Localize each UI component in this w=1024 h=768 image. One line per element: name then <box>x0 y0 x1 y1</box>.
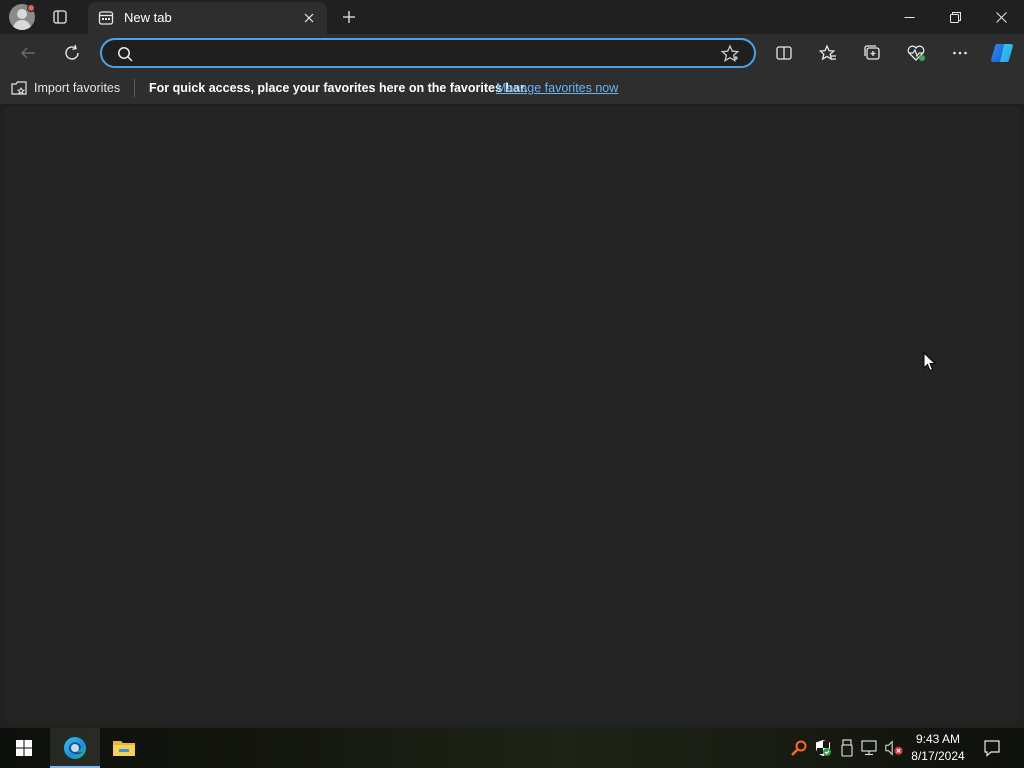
clock-date: 8/17/2024 <box>911 749 965 763</box>
manage-favorites-link[interactable]: Manage favorites now <box>496 81 618 95</box>
back-arrow-icon <box>21 47 35 59</box>
network-icon[interactable] <box>860 738 880 758</box>
page-content[interactable] <box>4 106 1020 724</box>
split-screen-icon <box>776 46 792 60</box>
taskbar-edge[interactable] <box>50 728 100 768</box>
windows-logo-icon <box>16 740 32 756</box>
more-button[interactable] <box>946 39 974 67</box>
favorites-bar: Import favorites For quick access, place… <box>0 72 1024 104</box>
restore-button[interactable] <box>932 0 978 34</box>
minimize-button[interactable] <box>886 0 932 34</box>
tab-title: New tab <box>124 10 172 25</box>
taskbar-clock[interactable]: 9:43 AM 8/17/2024 <box>906 731 970 765</box>
close-window-button[interactable] <box>978 0 1024 34</box>
back-button[interactable] <box>14 39 42 67</box>
profile-notification-dot <box>27 4 35 12</box>
new-tab-page-icon <box>98 11 114 25</box>
import-favorites-icon <box>11 81 27 95</box>
refresh-button[interactable] <box>58 39 86 67</box>
favorites-button[interactable] <box>814 39 842 67</box>
taskbar-file-explorer[interactable] <box>99 728 149 768</box>
usb-icon[interactable] <box>837 738 857 758</box>
refresh-icon <box>65 44 79 60</box>
copilot-icon <box>991 44 1013 62</box>
split-screen-button[interactable] <box>770 39 798 67</box>
tab-actions-icon[interactable] <box>48 5 72 29</box>
new-tab-button[interactable] <box>337 5 361 29</box>
import-favorites-label: Import favorites <box>34 81 121 95</box>
search-icon <box>118 47 133 62</box>
action-center-button[interactable] <box>980 736 1004 760</box>
star-icon[interactable] <box>720 44 740 64</box>
toolbar <box>0 34 1024 72</box>
minimize-icon <box>904 16 914 18</box>
import-favorites-button[interactable]: Import favorites <box>10 79 120 97</box>
security-shield-icon[interactable] <box>813 738 833 758</box>
address-input[interactable] <box>142 43 712 63</box>
volume-muted-icon[interactable] <box>884 738 904 758</box>
tab-new-tab[interactable]: New tab <box>88 2 327 34</box>
title-bar: New tab <box>0 0 1024 34</box>
browser-window: New tab Import favorites For quick acces… <box>0 0 1024 728</box>
heart-pulse-icon <box>907 45 925 61</box>
favorites-bar-message: For quick access, place your favorites h… <box>149 81 528 95</box>
clock-time: 9:43 AM <box>915 732 961 746</box>
restore-icon <box>949 11 961 23</box>
favorites-icon <box>819 44 836 61</box>
more-icon <box>953 51 967 55</box>
collections-button[interactable] <box>858 39 886 67</box>
favorites-divider <box>134 79 135 97</box>
close-icon[interactable] <box>299 8 319 28</box>
taskbar: 9:43 AM 8/17/2024 <box>0 728 1024 768</box>
close-icon <box>995 11 1007 23</box>
folder-icon <box>113 741 135 756</box>
edge-icon <box>64 737 86 759</box>
address-bar[interactable] <box>100 38 756 68</box>
start-button[interactable] <box>0 728 48 768</box>
browser-essentials-button[interactable] <box>902 39 930 67</box>
notification-icon <box>984 740 1000 757</box>
plus-icon <box>343 11 355 23</box>
mouse-cursor-icon <box>923 352 937 372</box>
search-key-icon[interactable] <box>789 738 809 758</box>
copilot-button[interactable] <box>988 39 1016 67</box>
collections-icon <box>864 45 880 60</box>
